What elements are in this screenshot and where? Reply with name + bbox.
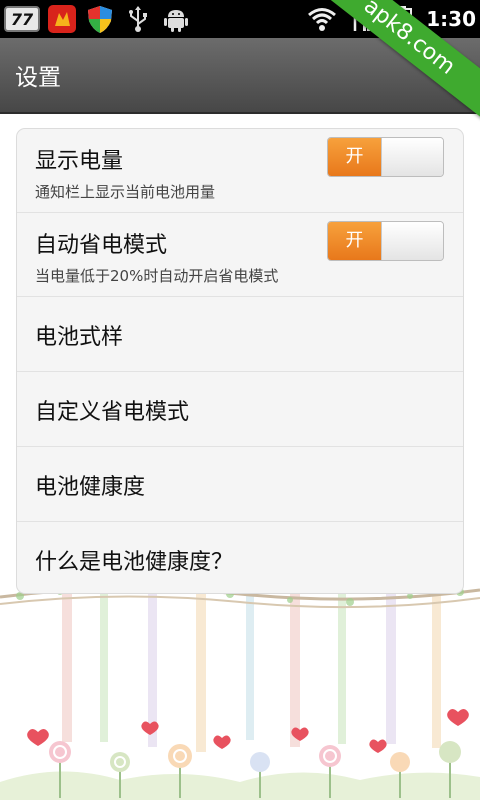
- page-title: 设置: [15, 65, 61, 91]
- settings-row-custom-power-save[interactable]: 自定义省电模式: [17, 372, 463, 447]
- settings-row-battery-health[interactable]: 电池健康度: [17, 447, 463, 522]
- settings-row-what-is-battery-health[interactable]: 什么是电池健康度？: [17, 522, 463, 593]
- toggle-knob: [381, 138, 443, 176]
- status-bar-left: 77: [4, 3, 192, 35]
- toggle-on-label: 开: [328, 138, 381, 176]
- row-title: 电池式样: [35, 325, 124, 350]
- toggle-on-label: 开: [328, 222, 381, 260]
- auto-power-save-toggle[interactable]: 开: [327, 221, 444, 261]
- row-title: 显示电量: [35, 149, 124, 174]
- row-subtitle: 通知栏上显示当前电池用量: [35, 183, 216, 201]
- row-title: 什么是电池健康度？: [35, 550, 234, 575]
- settings-row-battery-style[interactable]: 电池式样: [17, 297, 463, 372]
- status-bar-clock: 1:30: [426, 7, 476, 31]
- notification-count-badge[interactable]: 77: [4, 6, 40, 32]
- android-icon: [160, 3, 192, 35]
- settings-card: 显示电量 通知栏上显示当前电池用量 开 自动省电模式 当电量低于20%时自动开启…: [16, 128, 464, 594]
- wifi-icon: [306, 3, 338, 35]
- settings-row-auto-power-save[interactable]: 自动省电模式 当电量低于20%时自动开启省电模式 开: [17, 213, 463, 297]
- row-title: 电池健康度: [35, 475, 146, 500]
- usb-icon: [122, 3, 154, 35]
- red-app-icon[interactable]: [46, 3, 78, 35]
- toggle-knob: [381, 222, 443, 260]
- show-battery-toggle[interactable]: 开: [327, 137, 444, 177]
- row-subtitle: 当电量低于20%时自动开启省电模式: [35, 267, 279, 285]
- shield-app-icon[interactable]: [84, 3, 116, 35]
- row-title: 自定义省电模式: [35, 400, 190, 425]
- row-title: 自动省电模式: [35, 233, 168, 258]
- settings-row-show-battery[interactable]: 显示电量 通知栏上显示当前电池用量 开: [17, 129, 463, 213]
